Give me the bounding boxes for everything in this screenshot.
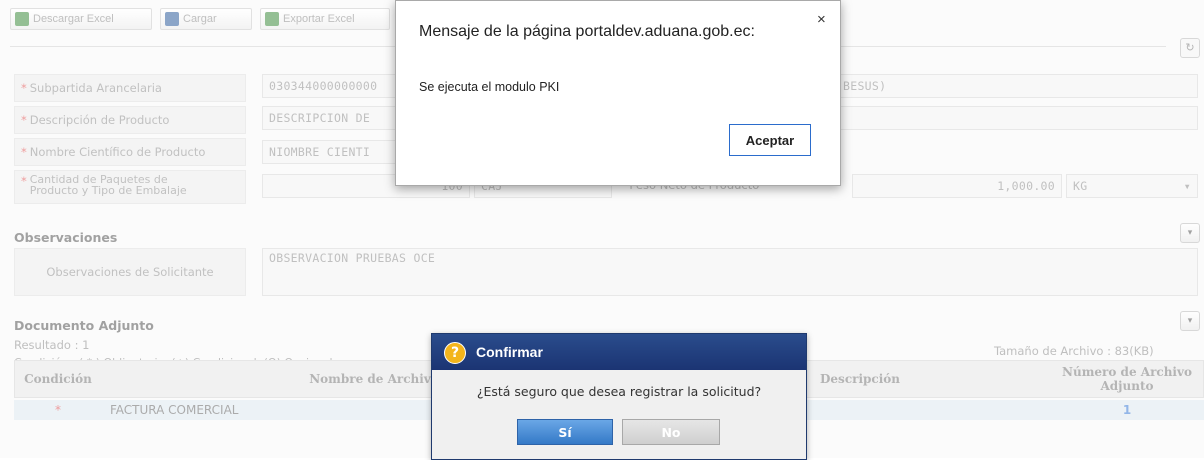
excel-icon <box>265 12 279 26</box>
observaciones-collapse-icon[interactable]: ▾ <box>1180 223 1200 243</box>
tamano-archivo: Tamaño de Archivo : 83(KB) <box>994 344 1154 358</box>
cargar-button[interactable]: Cargar <box>160 8 252 30</box>
cantidad-label-line2: Producto y Tipo de Embalaje <box>29 184 187 197</box>
required-mark: * <box>21 174 27 188</box>
alert-message: Se ejecuta el modulo PKI <box>419 80 560 94</box>
required-mark: * <box>21 81 27 95</box>
refresh-icon[interactable]: ↻ <box>1180 38 1200 58</box>
column-numero-archivo: Número de Archivo Adjunto <box>1050 360 1204 398</box>
exportar-excel-label: Exportar Excel <box>283 13 355 25</box>
cantidad-label: * Cantidad de Paquetes de Producto y Tip… <box>14 170 246 204</box>
nombre-cientifico-field[interactable]: NIOMBRE CIENTI <box>262 140 398 164</box>
save-disk-icon <box>165 12 179 26</box>
row-condicion: * <box>55 403 61 417</box>
cantidad-label-text: Cantidad de Paquetes de Producto y Tipo … <box>30 174 187 196</box>
descargar-excel-label: Descargar Excel <box>33 13 114 25</box>
confirm-header: ? Confirmar <box>432 334 806 370</box>
observaciones-field[interactable]: OBSERVACION PRUEBAS OCE <box>262 248 1198 296</box>
question-icon: ? <box>444 342 466 364</box>
descargar-excel-button[interactable]: Descargar Excel <box>10 8 152 30</box>
peso-unit-value: KG <box>1073 179 1088 193</box>
excel-icon <box>15 12 29 26</box>
required-mark: * <box>21 113 27 127</box>
close-icon[interactable]: × <box>817 11 826 28</box>
nombre-cientifico-label-text: Nombre Científico de Producto <box>29 145 206 159</box>
subpartida-field[interactable]: 030344000000000 <box>262 74 398 98</box>
column-condicion: Condición <box>24 372 92 386</box>
no-button[interactable]: No <box>622 419 720 445</box>
nombre-cientifico-label: * Nombre Científico de Producto <box>14 138 246 166</box>
row-numero-archivo-link[interactable]: 1 <box>1050 400 1204 420</box>
required-mark: * <box>21 145 27 159</box>
aceptar-button[interactable]: Aceptar <box>729 124 811 156</box>
descripcion-field[interactable]: DESCRIPCION DE <box>262 106 398 130</box>
si-button[interactable]: Sí <box>517 419 613 445</box>
subpartida-label: * Subpartida Arancelaria <box>14 74 246 102</box>
peso-neto-field[interactable]: 1,000.00 <box>852 174 1062 198</box>
exportar-excel-button[interactable]: Exportar Excel <box>260 8 390 30</box>
row-nombre-archivo: FACTURA COMERCIAL <box>110 403 239 417</box>
dropdown-arrow-icon: ▾ <box>1183 179 1191 193</box>
documento-adjunto-section-title: Documento Adjunto <box>14 318 154 333</box>
descripcion-label-text: Descripción de Producto <box>29 113 170 127</box>
confirm-dialog: ? Confirmar ¿Está seguro que desea regis… <box>431 333 807 460</box>
column-numero-line1: Número de Archivo <box>1062 365 1192 379</box>
descripcion-label: * Descripción de Producto <box>14 106 246 134</box>
confirm-message: ¿Está seguro que desea registrar la soli… <box>476 384 762 399</box>
resultado-count: Resultado : 1 <box>14 338 90 352</box>
browser-alert-dialog: Mensaje de la página portaldev.aduana.go… <box>395 0 841 186</box>
subpartida-description-field[interactable]: BESUS) <box>836 74 1198 98</box>
peso-unit-select[interactable]: KG ▾ <box>1066 174 1198 198</box>
confirm-title: Confirmar <box>476 344 543 360</box>
subpartida-label-text: Subpartida Arancelaria <box>29 81 162 95</box>
column-numero-line2: Adjunto <box>1100 379 1154 393</box>
descripcion-field-right[interactable] <box>836 106 1198 130</box>
observaciones-label: Observaciones de Solicitante <box>14 248 246 296</box>
adjunto-collapse-icon[interactable]: ▾ <box>1180 311 1200 331</box>
cargar-label: Cargar <box>183 13 217 25</box>
observaciones-section-title: Observaciones <box>14 230 118 245</box>
alert-title: Mensaje de la página portaldev.aduana.go… <box>419 23 755 40</box>
